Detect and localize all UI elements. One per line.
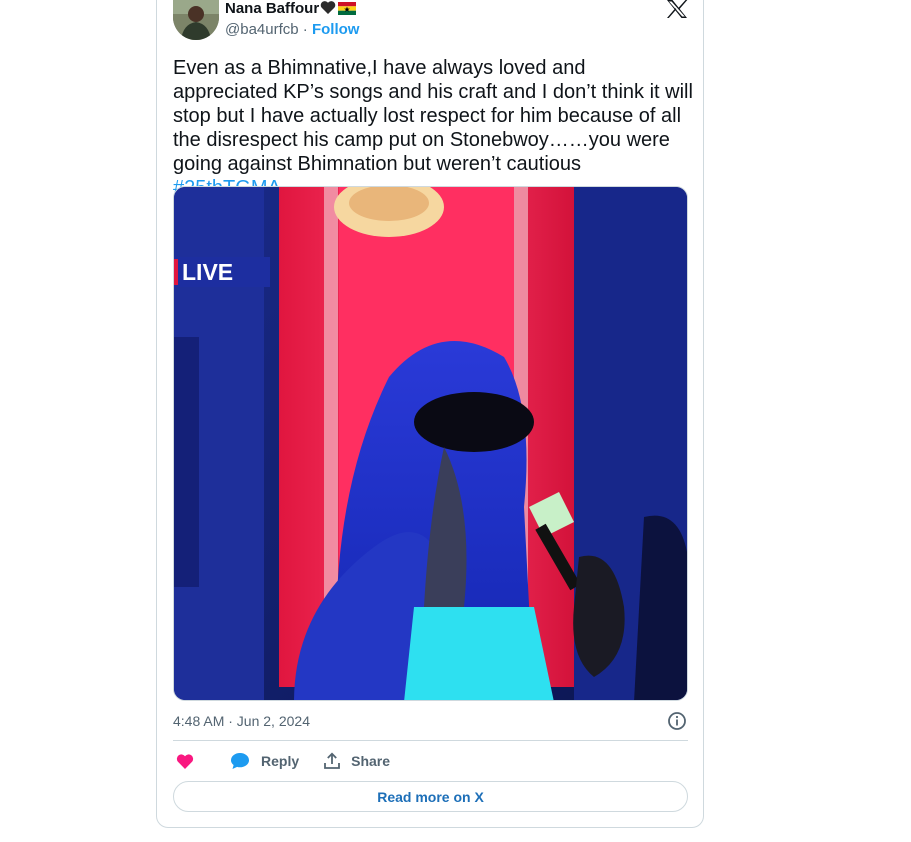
- author-name[interactable]: Nana Baffour: [225, 0, 357, 20]
- separator-dot: ·: [302, 21, 308, 38]
- ghana-flag-icon: [338, 2, 357, 20]
- tweet-actions: Reply Share: [173, 750, 390, 772]
- share-icon: [323, 752, 341, 770]
- share-label: Share: [351, 753, 391, 769]
- speech-bubble-icon: [230, 752, 250, 770]
- author-handle[interactable]: @ba4urfcb: [225, 21, 299, 38]
- tweet-body: Even as a Bhimnative,I have always loved…: [173, 57, 699, 175]
- info-icon[interactable]: [667, 711, 687, 731]
- tweet-timestamp[interactable]: 4:48 AM · Jun 2, 2024: [173, 712, 310, 730]
- author-name-text[interactable]: Nana Baffour: [225, 0, 319, 17]
- share-button[interactable]: Share: [323, 752, 390, 770]
- tweet-text: Even as a Bhimnative,I have always loved…: [173, 56, 693, 200]
- follow-button[interactable]: Follow: [312, 21, 360, 38]
- black-heart-icon: [320, 0, 336, 20]
- read-more-button[interactable]: Read more on X: [173, 781, 688, 812]
- x-logo-icon[interactable]: [666, 0, 688, 18]
- live-badge-text: LIVE: [182, 259, 233, 285]
- reply-button[interactable]: Reply: [230, 752, 299, 770]
- handle-row: @ba4urfcb · Follow: [225, 21, 359, 39]
- tweet-media-image[interactable]: LIVE: [173, 186, 688, 701]
- reply-label: Reply: [261, 753, 300, 769]
- divider: [173, 740, 688, 741]
- like-button[interactable]: [176, 753, 194, 770]
- heart-icon: [176, 753, 194, 770]
